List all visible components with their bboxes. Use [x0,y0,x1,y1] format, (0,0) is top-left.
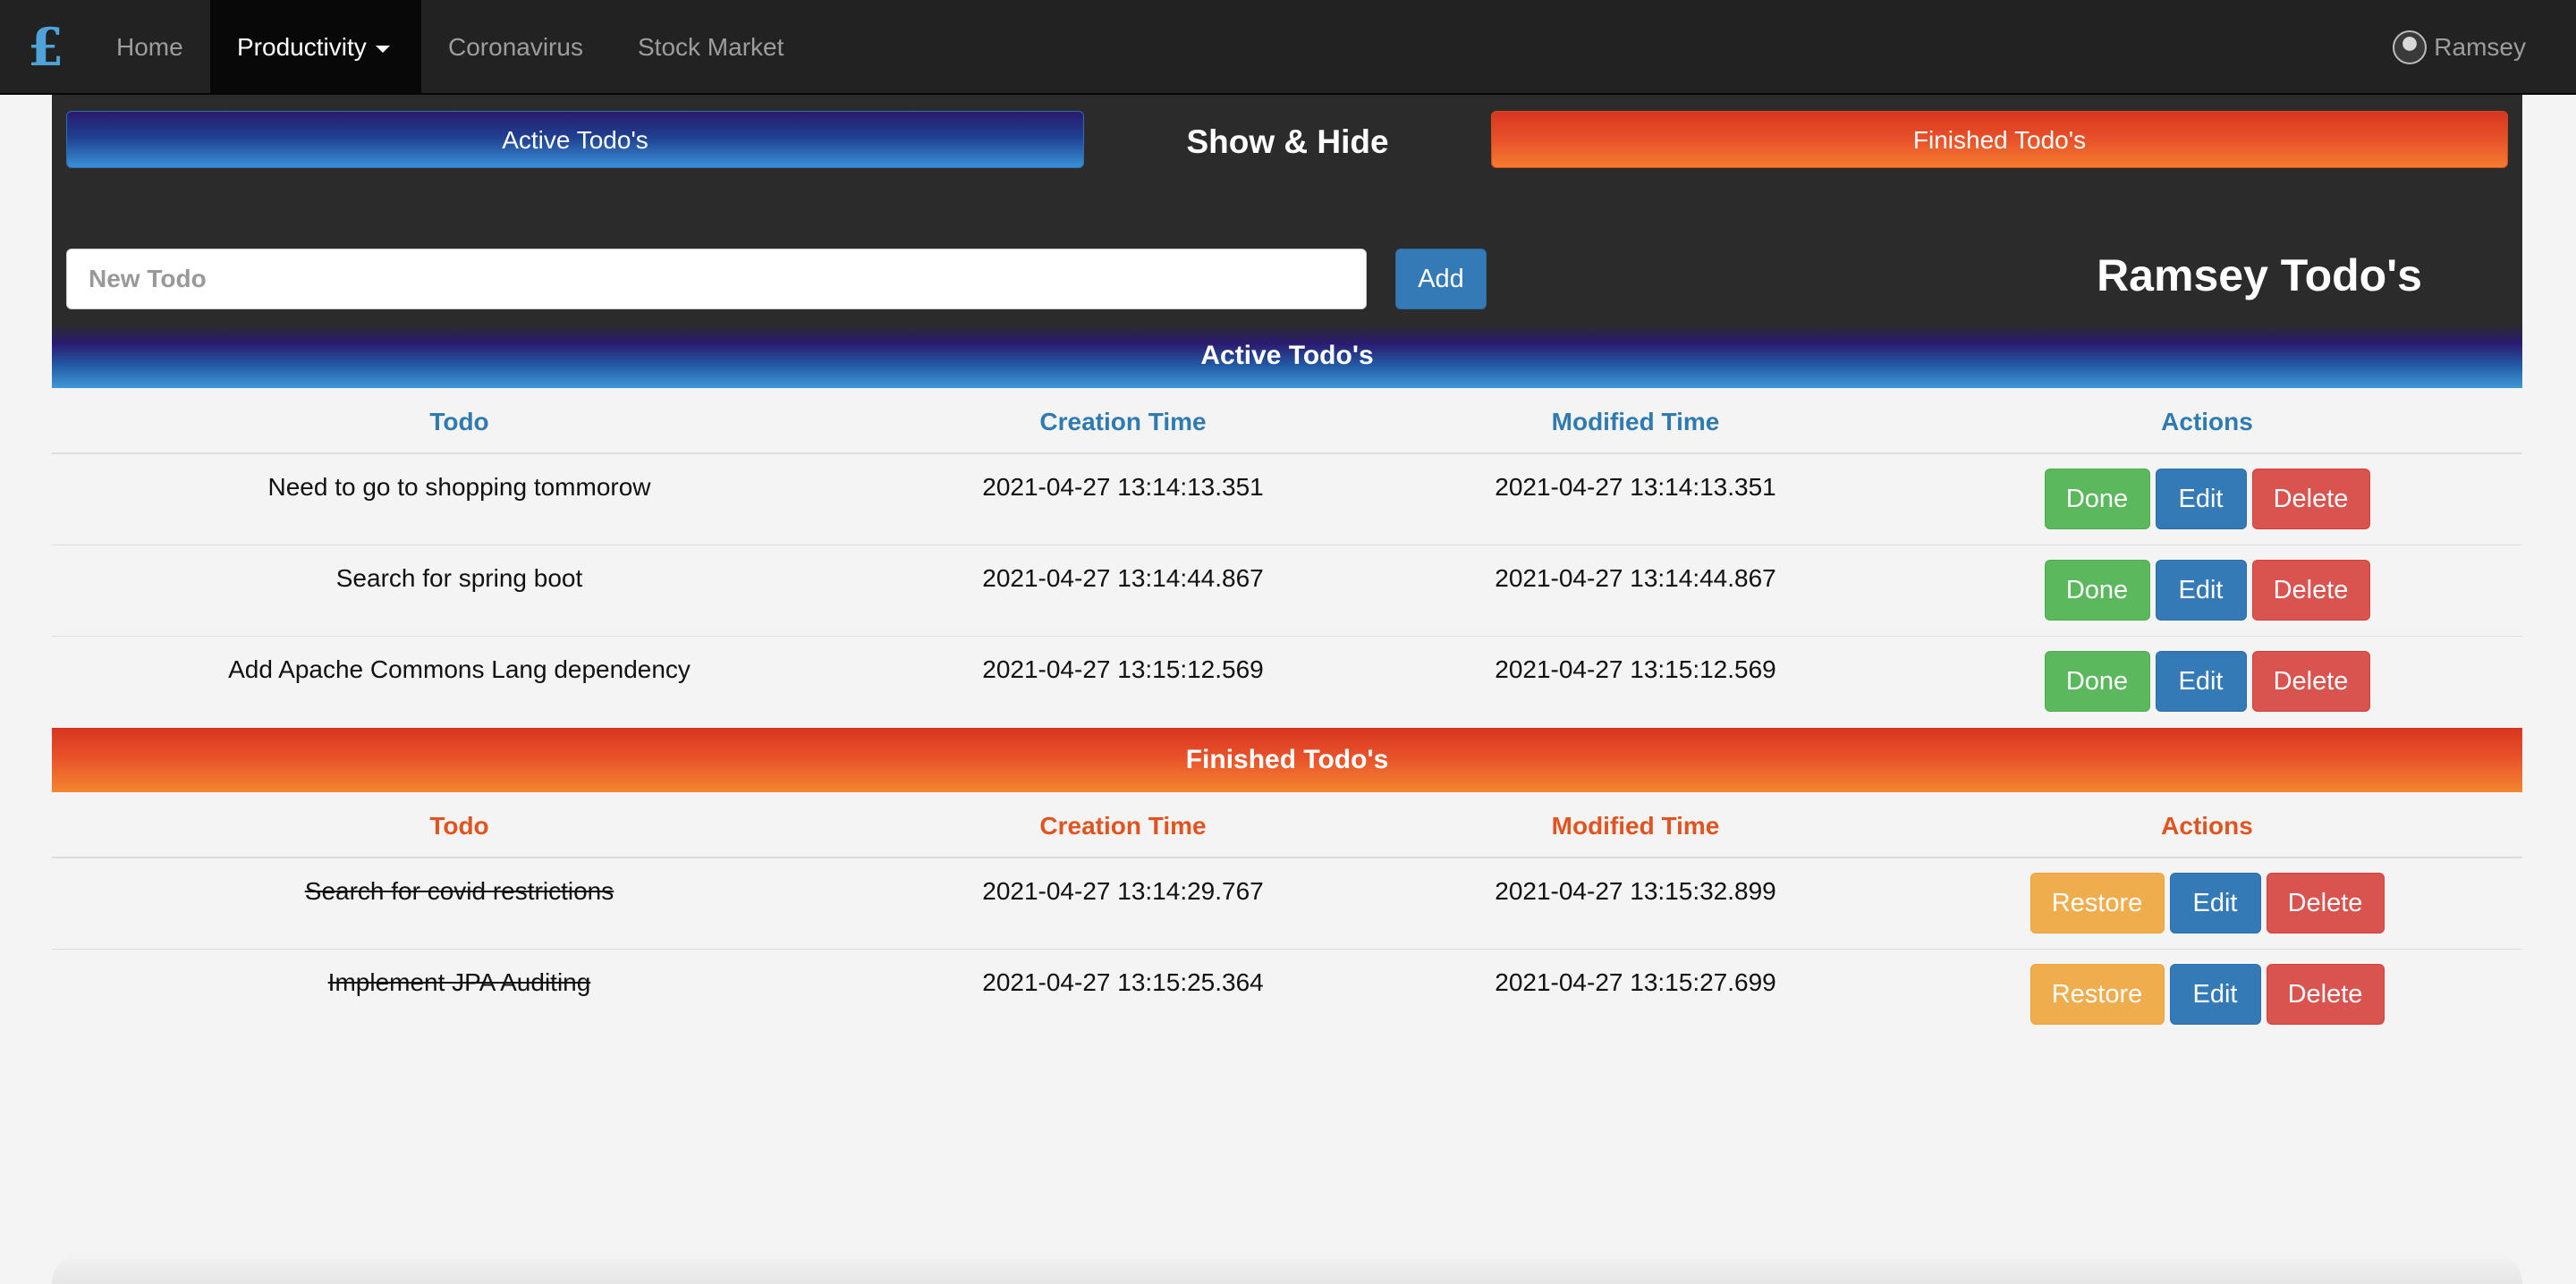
active-todos-toggle-button[interactable]: Active Todo's [66,111,1084,168]
nav-item-home[interactable]: Home [89,0,209,93]
top-navbar: £ Home Productivity Coronavirus Stock Ma… [0,0,2576,95]
table-row: Search for spring boot 2021-04-27 13:14:… [52,545,2522,637]
delete-button[interactable]: Delete [2251,469,2370,529]
todo-text: Add Apache Commons Lang dependency [228,655,691,683]
column-header-actions: Actions [2161,408,2253,435]
column-header-todo: Todo [429,812,489,840]
creation-time: 2021-04-27 13:14:13.351 [982,473,1264,501]
todo-header-panel: Active Todo's Show & Hide Finished Todo'… [52,95,2522,324]
delete-button[interactable]: Delete [2266,964,2385,1025]
done-button[interactable]: Done [2044,469,2150,529]
todo-text: Search for spring boot [335,564,583,592]
table-header-row: Todo Creation Time Modified Time Actions [52,388,2522,454]
modified-time: 2021-04-27 13:15:27.699 [1495,968,1776,996]
column-header-creation-time: Creation Time [1039,812,1207,840]
delete-button[interactable]: Delete [2251,651,2370,712]
restore-button[interactable]: Restore [2029,964,2165,1025]
edit-button[interactable]: Edit [2155,651,2247,712]
finished-todos-toggle-button[interactable]: Finished Todo's [1491,111,2508,168]
add-todo-button[interactable]: Add [1395,249,1487,309]
column-header-modified-time: Modified Time [1551,408,1720,435]
table-row: Implement JPA Auditing 2021-04-27 13:15:… [52,950,2522,1041]
nav-item-productivity-label: Productivity [237,33,367,61]
show-hide-label: Show & Hide [1186,123,1389,160]
modified-time: 2021-04-27 13:14:44.867 [1495,564,1776,592]
done-button[interactable]: Done [2044,560,2150,621]
creation-time: 2021-04-27 13:15:25.364 [982,968,1264,996]
modified-time: 2021-04-27 13:15:12.569 [1495,655,1776,683]
edit-button[interactable]: Edit [2169,873,2261,933]
edit-button[interactable]: Edit [2155,469,2247,529]
brand-pound-icon[interactable]: £ [23,20,68,75]
modified-time: 2021-04-27 13:14:13.351 [1495,473,1776,501]
modified-time: 2021-04-27 13:15:32.899 [1495,877,1776,905]
edit-button[interactable]: Edit [2169,964,2261,1025]
todo-text-cell: Search for covid restrictions [52,858,867,925]
edit-button[interactable]: Edit [2155,560,2247,621]
creation-time: 2021-04-27 13:14:29.767 [982,877,1264,905]
column-header-creation-time: Creation Time [1039,408,1207,435]
delete-button[interactable]: Delete [2266,873,2385,933]
avatar [2393,30,2428,64]
finished-todos-banner: Finished Todo's [52,728,2522,792]
table-row: Search for covid restrictions 2021-04-27… [52,858,2522,950]
table-header-row: Todo Creation Time Modified Time Actions [52,792,2522,858]
table-row: Need to go to shopping tommorow 2021-04-… [52,454,2522,545]
todo-text-cell: Implement JPA Auditing [52,950,867,1016]
new-todo-input[interactable] [66,249,1367,309]
creation-time: 2021-04-27 13:15:12.569 [982,655,1264,683]
nav-item-stock-market[interactable]: Stock Market [611,0,818,93]
column-header-modified-time: Modified Time [1551,812,1720,840]
user-menu[interactable]: Ramsey [2393,0,2526,93]
done-button[interactable]: Done [2044,651,2150,712]
active-todos-banner: Active Todo's [52,324,2522,388]
delete-button[interactable]: Delete [2251,560,2370,621]
column-header-actions: Actions [2161,812,2253,840]
page-title: Ramsey Todo's [2097,250,2422,300]
finished-todos-table: Todo Creation Time Modified Time Actions… [52,792,2522,1041]
active-todos-table: Todo Creation Time Modified Time Actions… [52,388,2522,728]
restore-button[interactable]: Restore [2029,873,2165,933]
page-bottom-shadow [52,1252,2522,1284]
nav-item-coronavirus[interactable]: Coronavirus [421,0,611,93]
caret-down-icon [375,45,390,53]
user-name: Ramsey [2434,33,2526,61]
table-row: Add Apache Commons Lang dependency 2021-… [52,637,2522,728]
todo-text: Search for covid restrictions [304,877,614,905]
todo-text: Implement JPA Auditing [327,968,591,996]
todo-text: Need to go to shopping tommorow [267,473,651,501]
column-header-todo: Todo [429,408,489,435]
nav-item-productivity[interactable]: Productivity [210,0,421,93]
creation-time: 2021-04-27 13:14:44.867 [982,564,1264,592]
